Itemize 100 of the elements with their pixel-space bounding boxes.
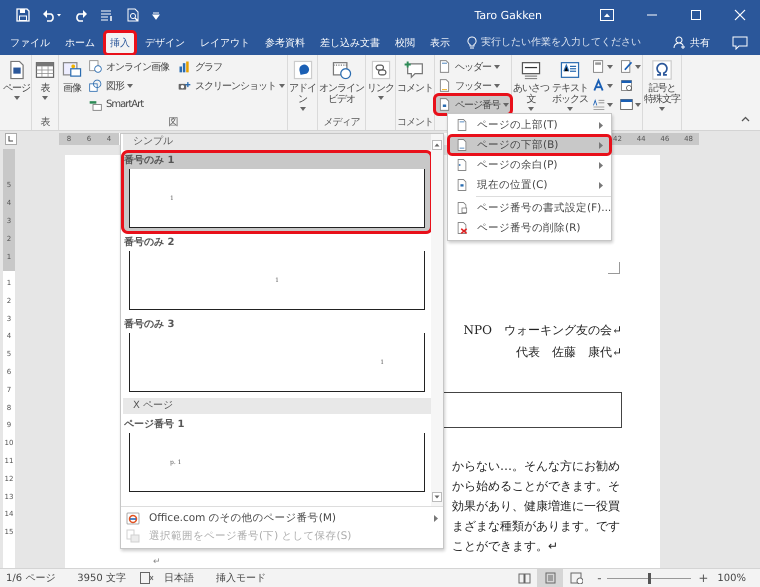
undo-icon[interactable] — [42, 8, 62, 22]
person-icon — [673, 36, 686, 49]
ribbon-tab[interactable]: デザイン — [139, 31, 191, 55]
ribbon-button[interactable]: SmartArt — [86, 95, 171, 114]
link-icon — [370, 59, 392, 81]
ribbon-tab[interactable]: 校閲 — [389, 31, 421, 55]
submenu-arrow-icon — [599, 162, 603, 168]
section-header: シンプル — [123, 134, 432, 150]
footer-icon — [437, 78, 452, 93]
print-preview-icon[interactable] — [126, 8, 140, 22]
section-header: X ページ — [123, 398, 432, 414]
online-image-icon — [88, 59, 103, 74]
touch-mode-icon[interactable] — [100, 8, 114, 22]
shape-icon — [88, 78, 103, 93]
item-title: ページ番号 1 — [124, 418, 186, 432]
omega-icon — [651, 59, 673, 81]
zoom-level[interactable]: 100% — [717, 572, 746, 584]
ribbon-button[interactable]: スクリーンショット — [175, 76, 287, 95]
ribbon-button[interactable]: ページ番号 — [435, 95, 511, 114]
menu-item[interactable]: ページの余白(P) — [448, 155, 611, 175]
text-line: まざまな種類があります。です — [452, 518, 620, 535]
menu-item[interactable]: ページの下部(B) — [448, 135, 611, 155]
ribbon-tab[interactable]: ファイル — [4, 31, 56, 55]
corner-mark-icon — [608, 262, 620, 274]
comment-icon — [404, 59, 426, 81]
save-selection-icon — [126, 529, 140, 543]
ribbon-button[interactable]: ページ — [2, 57, 31, 102]
menu-item[interactable]: ページ番号の削除(R) — [448, 218, 611, 238]
ribbon-button[interactable]: フッター — [435, 76, 511, 95]
ribbon-button[interactable]: 図形 — [86, 76, 171, 95]
ribbon-tab[interactable]: 参考資料 — [259, 31, 311, 55]
ribbon-button[interactable]: あいさつ 文 — [512, 57, 550, 113]
maximize-icon[interactable] — [690, 9, 702, 21]
ribbon-tab[interactable]: 差し込み文書 — [314, 31, 386, 55]
menu-item[interactable]: 現在の位置(C) — [448, 175, 611, 195]
ribbon-button[interactable]: アドイ ン — [288, 57, 317, 113]
ribbon-tab[interactable]: 表示 — [424, 31, 456, 55]
date-icon — [619, 78, 634, 93]
ribbon-button[interactable]: オンライン画像 — [86, 57, 171, 76]
add-in-icon — [292, 59, 314, 81]
user-name: Taro Gakken — [474, 8, 542, 22]
print-layout-icon — [544, 572, 557, 584]
text-line: ことができます。↵ — [452, 538, 558, 555]
view-button[interactable] — [537, 569, 564, 587]
submenu-arrow-icon — [599, 182, 603, 188]
ribbon-button[interactable]: 表 — [32, 57, 58, 102]
format-icon — [455, 201, 469, 215]
comments-icon[interactable] — [732, 36, 748, 50]
web-layout-icon — [570, 572, 583, 584]
item-title: 番号のみ 2 — [124, 236, 176, 250]
ribbon-button[interactable]: オンライン ビデオ — [318, 57, 365, 107]
menu-item[interactable]: ページの上部(T) — [448, 115, 611, 135]
redo-icon[interactable] — [74, 8, 88, 22]
ribbon-button[interactable]: コメント — [396, 57, 434, 96]
ribbon-button[interactable]: 記号と 特殊文字 — [643, 57, 681, 113]
ribbon-button[interactable]: リンク — [366, 57, 395, 102]
table-icon — [34, 59, 56, 81]
item-title: 番号のみ 1 — [124, 154, 176, 168]
tab-selector-icon[interactable] — [5, 133, 17, 145]
page-top-icon — [455, 118, 469, 132]
mode-status[interactable]: 挿入モード — [216, 571, 266, 585]
video-icon — [330, 59, 352, 81]
scroll-down-icon[interactable] — [432, 492, 442, 502]
group-label: 図 — [168, 117, 178, 130]
group-label: コメント — [396, 117, 434, 130]
document-parts-icon — [591, 59, 606, 74]
ribbon-button[interactable]: 画像 — [59, 57, 85, 96]
office-logo-icon — [126, 511, 140, 525]
page-number-icon — [437, 97, 452, 112]
text-box-icon — [559, 59, 581, 81]
zoom-in-button[interactable]: + — [697, 571, 710, 585]
close-icon[interactable] — [734, 9, 746, 21]
object-icon — [619, 97, 634, 112]
customize-caret-icon[interactable] — [152, 10, 160, 20]
zoom-out-button[interactable]: - — [593, 571, 606, 585]
ribbon-tab[interactable]: レイアウト — [194, 31, 256, 55]
wordart-icon — [591, 78, 606, 93]
menu-item[interactable]: Office.com のその他のページ番号(M) — [121, 509, 443, 527]
collapse-ribbon-icon[interactable] — [741, 116, 750, 122]
menu-item[interactable]: ページ番号の書式設定(F)... — [448, 198, 611, 218]
ribbon-button[interactable]: テキスト ボックス — [551, 57, 589, 113]
save-icon[interactable] — [16, 8, 30, 22]
group-label: 表 — [40, 117, 51, 130]
ribbon-tab[interactable]: ホーム — [59, 31, 101, 55]
text-line: 効果があり、健康増進に一役買 — [452, 498, 620, 515]
paragraph-mark: ↵ — [153, 556, 162, 568]
read-mode-icon — [518, 572, 531, 584]
submenu-arrow-icon — [599, 142, 603, 148]
language-status[interactable]: 日本語 — [164, 571, 194, 585]
scroll-up-icon[interactable] — [432, 140, 442, 150]
ribbon-button[interactable]: グラフ — [175, 57, 287, 76]
ribbon-options-icon[interactable] — [600, 9, 614, 21]
delete-icon — [455, 221, 469, 235]
proofing-icon[interactable] — [140, 572, 154, 584]
text-line: から始めることができます。そ — [452, 478, 620, 495]
ribbon-button[interactable]: ヘッダー — [435, 57, 511, 76]
share-button[interactable]: 共有 — [669, 30, 714, 55]
slider-thumb[interactable] — [648, 572, 652, 584]
text-line: 代表 佐藤 康代↵ — [516, 344, 622, 361]
ribbon-tab[interactable]: 挿入 — [104, 31, 136, 55]
